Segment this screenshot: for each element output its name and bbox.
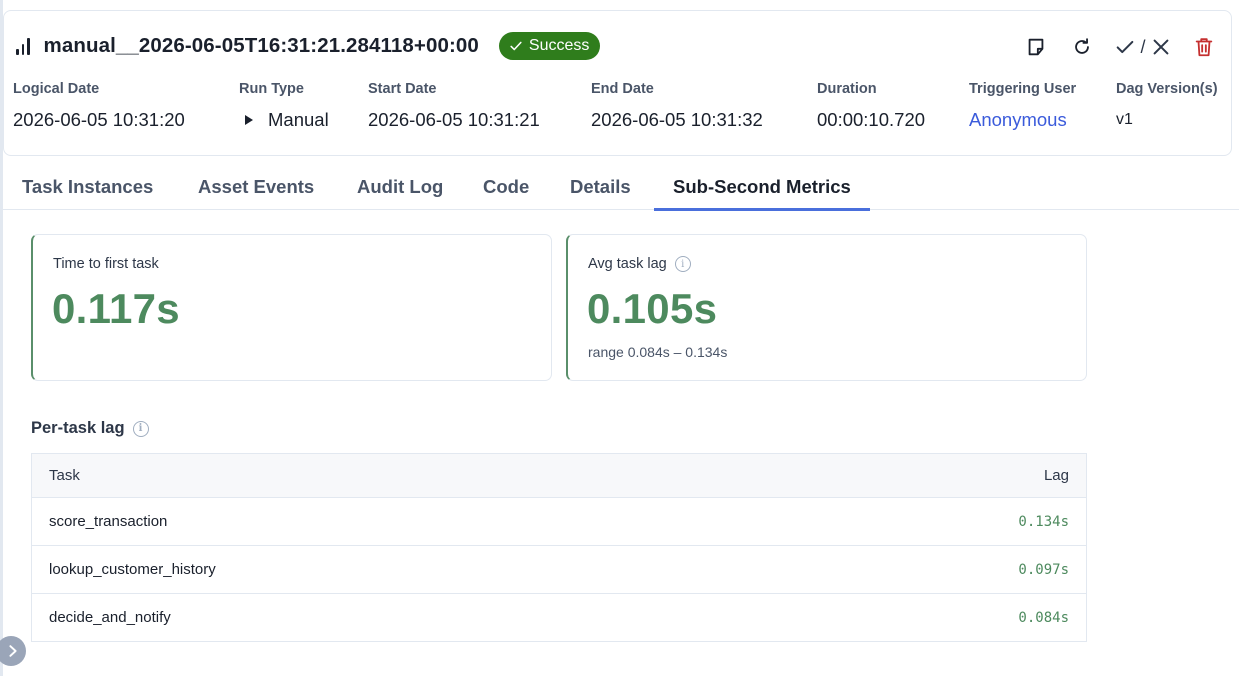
- metric-label: Time to first task: [53, 256, 159, 272]
- tab-asset-events[interactable]: Asset Events: [198, 165, 314, 210]
- table-row: score_transaction 0.134s: [31, 497, 1087, 546]
- table-row: lookup_customer_history 0.097s: [31, 545, 1087, 594]
- run-type-value: Manual: [268, 109, 329, 130]
- task-name: score_transaction: [31, 497, 774, 546]
- field-value: 2026-06-05 10:31:32: [591, 109, 763, 130]
- header-actions: /: [1007, 33, 1221, 61]
- task-name: decide_and_notify: [49, 609, 171, 626]
- field-label: End Date: [591, 81, 654, 97]
- note-icon: [1028, 38, 1044, 56]
- field-label: Duration: [817, 81, 877, 97]
- metric-label: Avg task lag: [588, 256, 667, 272]
- tab-bar: Task Instances Asset Events Audit Log Co…: [3, 165, 1239, 211]
- field-dag-version: Dag Version(s) v1: [1116, 81, 1218, 129]
- metric-card-avg-lag: Avg task lag i 0.105s range 0.084s – 0.1…: [566, 234, 1087, 381]
- field-start-date: Start Date 2026-06-05 10:31:21: [368, 81, 540, 131]
- table-header-row: Task Lag: [31, 453, 1087, 498]
- chevron-right-icon: [9, 645, 17, 657]
- metric-card-first-task: Time to first task 0.117s: [31, 234, 552, 381]
- x-icon: [1153, 39, 1168, 55]
- field-triggering-user: Triggering User Anonymous: [969, 81, 1076, 131]
- refresh-icon: [1075, 38, 1089, 54]
- section-title-text: Per-task lag: [31, 419, 125, 437]
- check-icon: [1117, 40, 1134, 54]
- field-duration: Duration 00:00:10.720: [817, 81, 925, 131]
- add-note-button[interactable]: [1019, 33, 1053, 61]
- tab-task-instances[interactable]: Task Instances: [22, 165, 153, 210]
- field-logical-date: Logical Date 2026-06-05 10:31:20: [13, 81, 185, 131]
- status-badge-label: Success: [528, 37, 590, 54]
- field-label: Run Type: [239, 81, 304, 97]
- rerun-button[interactable]: [1065, 33, 1099, 61]
- tab-sub-second-metrics[interactable]: Sub-Second Metrics: [654, 165, 870, 211]
- field-value: 00:00:10.720: [817, 109, 926, 130]
- metric-range: range 0.084s – 0.134s: [588, 344, 728, 360]
- metric-label-row: Avg task lag i: [588, 256, 691, 272]
- mark-separator: /: [1140, 36, 1146, 57]
- info-icon[interactable]: i: [132, 420, 149, 437]
- check-icon: [510, 41, 522, 51]
- field-end-date: End Date 2026-06-05 10:31:32: [591, 81, 763, 131]
- column-header-lag: Lag: [773, 453, 1087, 498]
- delete-button[interactable]: [1187, 33, 1221, 61]
- tab-details[interactable]: Details: [570, 165, 631, 210]
- mark-as-button[interactable]: /: [1111, 33, 1175, 61]
- task-name: lookup_customer_history: [31, 545, 774, 594]
- field-label: Start Date: [368, 81, 437, 97]
- dag-run-bars-icon: [16, 37, 30, 55]
- field-run-type: Run Type Manual: [239, 81, 329, 131]
- run-title: manual__2026-06-05T16:31:21.284118+00:00: [43, 34, 479, 57]
- field-value: 2026-06-05 10:31:20: [13, 109, 185, 130]
- field-value: 2026-06-05 10:31:21: [368, 109, 540, 130]
- table-row: decide_and_notify 0.084s: [32, 594, 1087, 642]
- info-icon[interactable]: i: [674, 256, 691, 272]
- field-value: v1: [1116, 111, 1133, 128]
- expand-sidebar-button[interactable]: [0, 636, 26, 666]
- tab-code[interactable]: Code: [483, 165, 529, 210]
- per-task-lag-table: Task Lag score_transaction 0.134s lookup…: [31, 453, 1087, 642]
- task-lag: 0.134s: [773, 497, 1087, 546]
- triggering-user-link[interactable]: Anonymous: [969, 109, 1076, 131]
- task-lag: 0.084s: [1018, 609, 1069, 626]
- field-label: Triggering User: [969, 81, 1077, 97]
- title-row: manual__2026-06-05T16:31:21.284118+00:00…: [16, 31, 601, 61]
- field-value: Manual: [239, 109, 329, 131]
- play-icon: [245, 115, 253, 125]
- metric-value: 0.117s: [52, 285, 180, 332]
- dag-run-header: manual__2026-06-05T16:31:21.284118+00:00…: [3, 10, 1232, 156]
- tab-audit-log[interactable]: Audit Log: [357, 165, 443, 210]
- task-lag: 0.097s: [773, 545, 1087, 594]
- field-label: Dag Version(s): [1116, 81, 1218, 97]
- per-task-lag-title: Per-task lag i: [31, 419, 149, 438]
- status-badge: Success: [498, 32, 601, 60]
- field-label: Logical Date: [13, 81, 100, 97]
- column-header-task: Task: [31, 453, 774, 498]
- metric-value: 0.105s: [587, 285, 718, 332]
- trash-icon: [1195, 38, 1213, 57]
- run-details: Logical Date 2026-06-05 10:31:20 Run Typ…: [13, 81, 1231, 141]
